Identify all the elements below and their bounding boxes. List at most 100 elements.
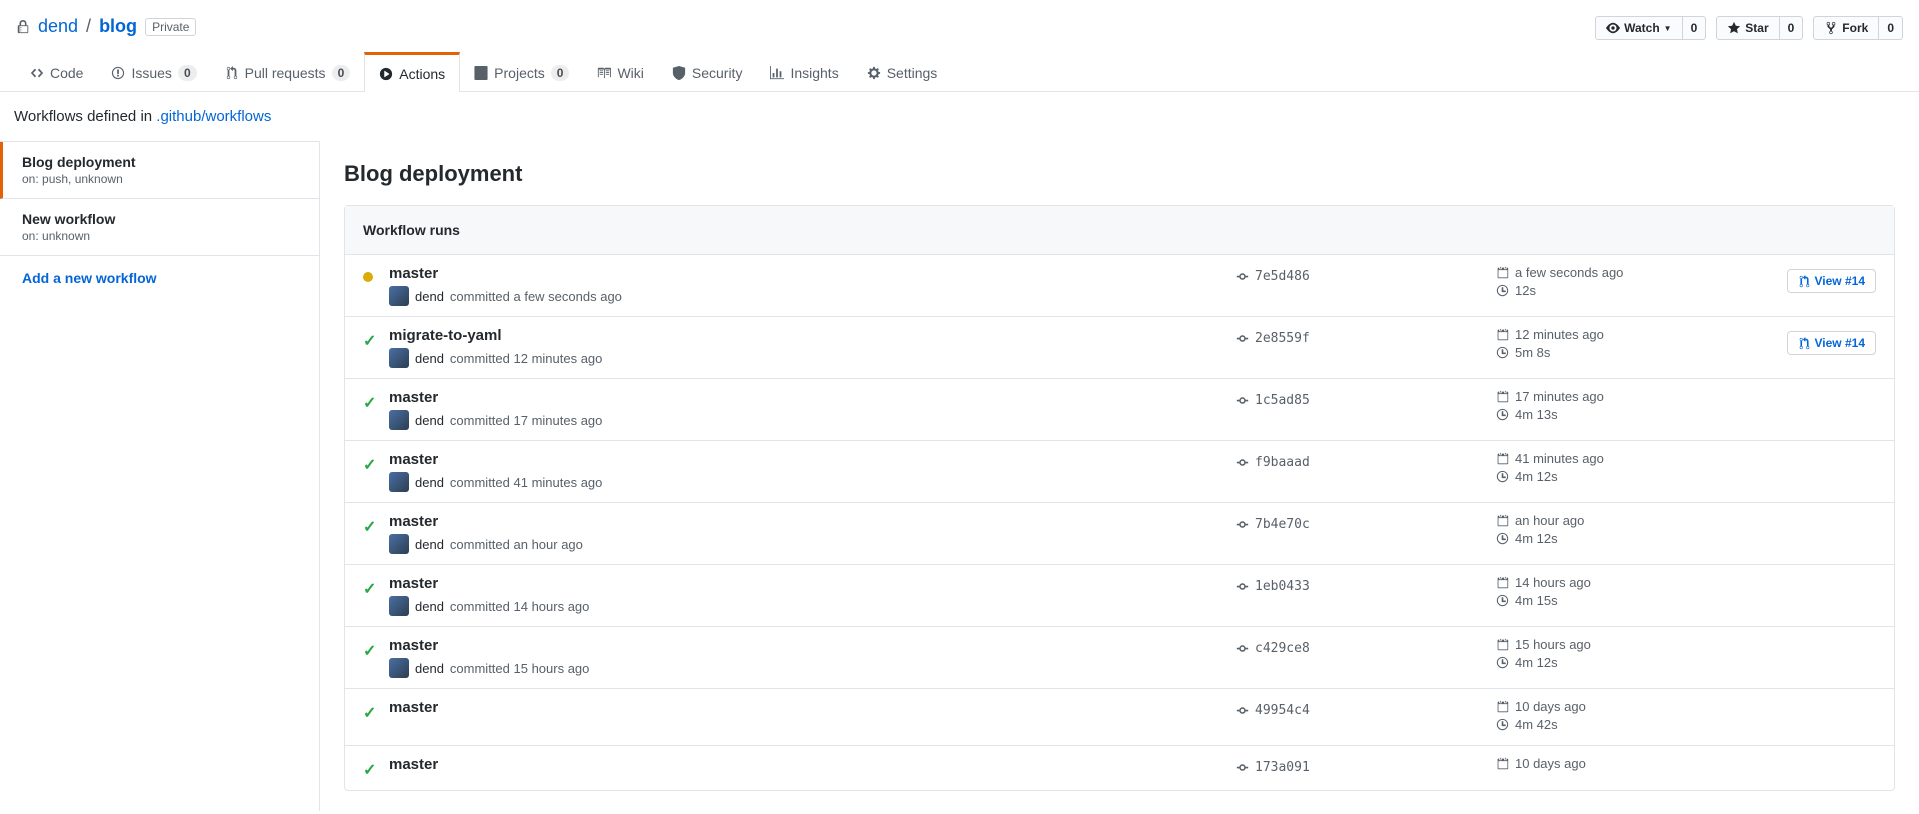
avatar [389,348,409,368]
tab-settings[interactable]: Settings [853,52,952,91]
commit-hash[interactable]: 173a091 [1255,760,1310,775]
shield-icon [672,66,686,80]
commit-hash[interactable]: 7e5d486 [1255,269,1310,284]
branch-name[interactable]: master [389,389,1236,406]
branch-name[interactable]: master [389,575,1236,592]
star-icon [1727,21,1741,35]
view-run-button[interactable]: View #14 [1787,331,1876,355]
commit-time: committed a few seconds ago [450,289,622,304]
watch-count[interactable]: 0 [1683,16,1707,40]
avatar [389,286,409,306]
success-status-icon: ✓ [363,395,376,412]
commit-time: committed 17 minutes ago [450,413,602,428]
tab-wiki[interactable]: Wiki [583,52,657,91]
run-duration: 4m 13s [1515,407,1558,422]
run-calendar: 10 days ago [1515,756,1586,771]
repo-owner-link[interactable]: dend [38,16,78,37]
commit-hash[interactable]: 1eb0433 [1255,579,1310,594]
workflow-run-row[interactable]: master dend committed a few seconds ago 7… [345,255,1894,317]
tab-code[interactable]: Code [16,52,97,91]
commit-author[interactable]: dend [415,475,444,490]
clock-icon [1496,470,1509,483]
branch-name[interactable]: master [389,513,1236,530]
view-run-button[interactable]: View #14 [1787,269,1876,293]
workflow-run-row[interactable]: ✓ master dendcommitted 14 hours ago 1eb0… [345,565,1894,627]
workflow-run-row[interactable]: ✓ master dendcommitted 15 hours ago c429… [345,627,1894,689]
run-duration: 12s [1515,283,1536,298]
workflow-run-row[interactable]: ✓ master dend committed 17 minutes ago 1c… [345,379,1894,441]
workflow-title: Blog deployment [344,161,1895,187]
commit-author[interactable]: dend [415,599,444,614]
workflow-run-row[interactable]: ✓ migrate-to-yaml dendcommitted 12 minut… [345,317,1894,379]
commit-author[interactable]: dend [415,289,444,304]
commit-hash[interactable]: 7b4e70c [1255,517,1310,532]
commit-author[interactable]: dend [415,413,444,428]
clock-icon [1496,408,1509,421]
tab-insights[interactable]: Insights [756,52,852,91]
commit-hash[interactable]: c429ce8 [1255,641,1310,656]
commit-icon [1236,580,1249,593]
commit-icon [1236,332,1249,345]
workflow-meta: on: unknown [22,229,303,243]
workflow-name: Blog deployment [22,154,303,170]
star-count[interactable]: 0 [1780,16,1804,40]
workflow-run-row[interactable]: ✓ master 173a091 10 days ago [345,746,1894,790]
run-duration: 4m 42s [1515,717,1558,732]
gear-icon [867,66,881,80]
run-duration: 4m 12s [1515,531,1558,546]
branch-name[interactable]: master [389,265,1236,282]
commit-meta: dendcommitted 12 minutes ago [389,348,1236,368]
commit-author[interactable]: dend [415,661,444,676]
commit-icon [1236,270,1249,283]
run-calendar: 17 minutes ago [1515,389,1604,404]
branch-name[interactable]: migrate-to-yaml [389,327,1236,344]
commit-hash[interactable]: 2e8559f [1255,331,1310,346]
commit-meta: dendcommitted 41 minutes ago [389,472,1236,492]
success-status-icon: ✓ [363,762,376,779]
avatar [389,596,409,616]
fork-count[interactable]: 0 [1879,16,1903,40]
commit-hash[interactable]: 49954c4 [1255,703,1310,718]
tab-issues[interactable]: Issues0 [97,52,210,91]
sidebar-workflow-item[interactable]: New workflow on: unknown [0,199,319,256]
branch-name[interactable]: master [389,699,1236,716]
workflow-runs-header: Workflow runs [345,206,1894,255]
branch-name[interactable]: master [389,756,1236,773]
tab-pull-requests[interactable]: Pull requests0 [211,52,365,91]
commit-hash[interactable]: 1c5ad85 [1255,393,1310,408]
tab-projects[interactable]: Projects0 [460,52,583,91]
pr-icon [225,66,239,80]
workflows-path-link[interactable]: .github/workflows [156,108,271,125]
workflows-path: Workflows defined in .github/workflows [0,92,1919,141]
tab-actions[interactable]: Actions [364,52,460,92]
repo-name-link[interactable]: blog [99,16,137,37]
clock-icon [1496,532,1509,545]
workflow-run-row[interactable]: ✓ master 49954c4 10 days ago 4m 42s [345,689,1894,746]
workflow-name: New workflow [22,211,303,227]
clock-icon [1496,594,1509,607]
star-button[interactable]: Star [1716,16,1779,40]
commit-hash[interactable]: f9baaad [1255,455,1310,470]
tab-security[interactable]: Security [658,52,757,91]
calendar-icon [1496,514,1509,527]
watch-button[interactable]: Watch ▼ [1595,16,1682,40]
fork-button[interactable]: Fork [1813,16,1879,40]
commit-icon [1236,642,1249,655]
branch-name[interactable]: master [389,451,1236,468]
workflows-sidebar: Blog deploymenton: push, unknownNew work… [0,141,320,811]
branch-name[interactable]: master [389,637,1236,654]
commit-author[interactable]: dend [415,537,444,552]
calendar-icon [1496,576,1509,589]
commit-meta: dendcommitted 15 hours ago [389,658,1236,678]
success-status-icon: ✓ [363,705,376,722]
success-status-icon: ✓ [363,457,376,474]
run-calendar: 12 minutes ago [1515,327,1604,342]
add-workflow-link[interactable]: Add a new workflow [0,256,319,300]
workflow-run-row[interactable]: ✓ master dendcommitted 41 minutes ago f9… [345,441,1894,503]
sidebar-workflow-item[interactable]: Blog deploymenton: push, unknown [0,142,319,199]
run-calendar: 41 minutes ago [1515,451,1604,466]
avatar [389,534,409,554]
workflow-run-row[interactable]: ✓ master dendcommitted an hour ago 7b4e7… [345,503,1894,565]
commit-author[interactable]: dend [415,351,444,366]
visibility-badge: Private [145,18,196,36]
